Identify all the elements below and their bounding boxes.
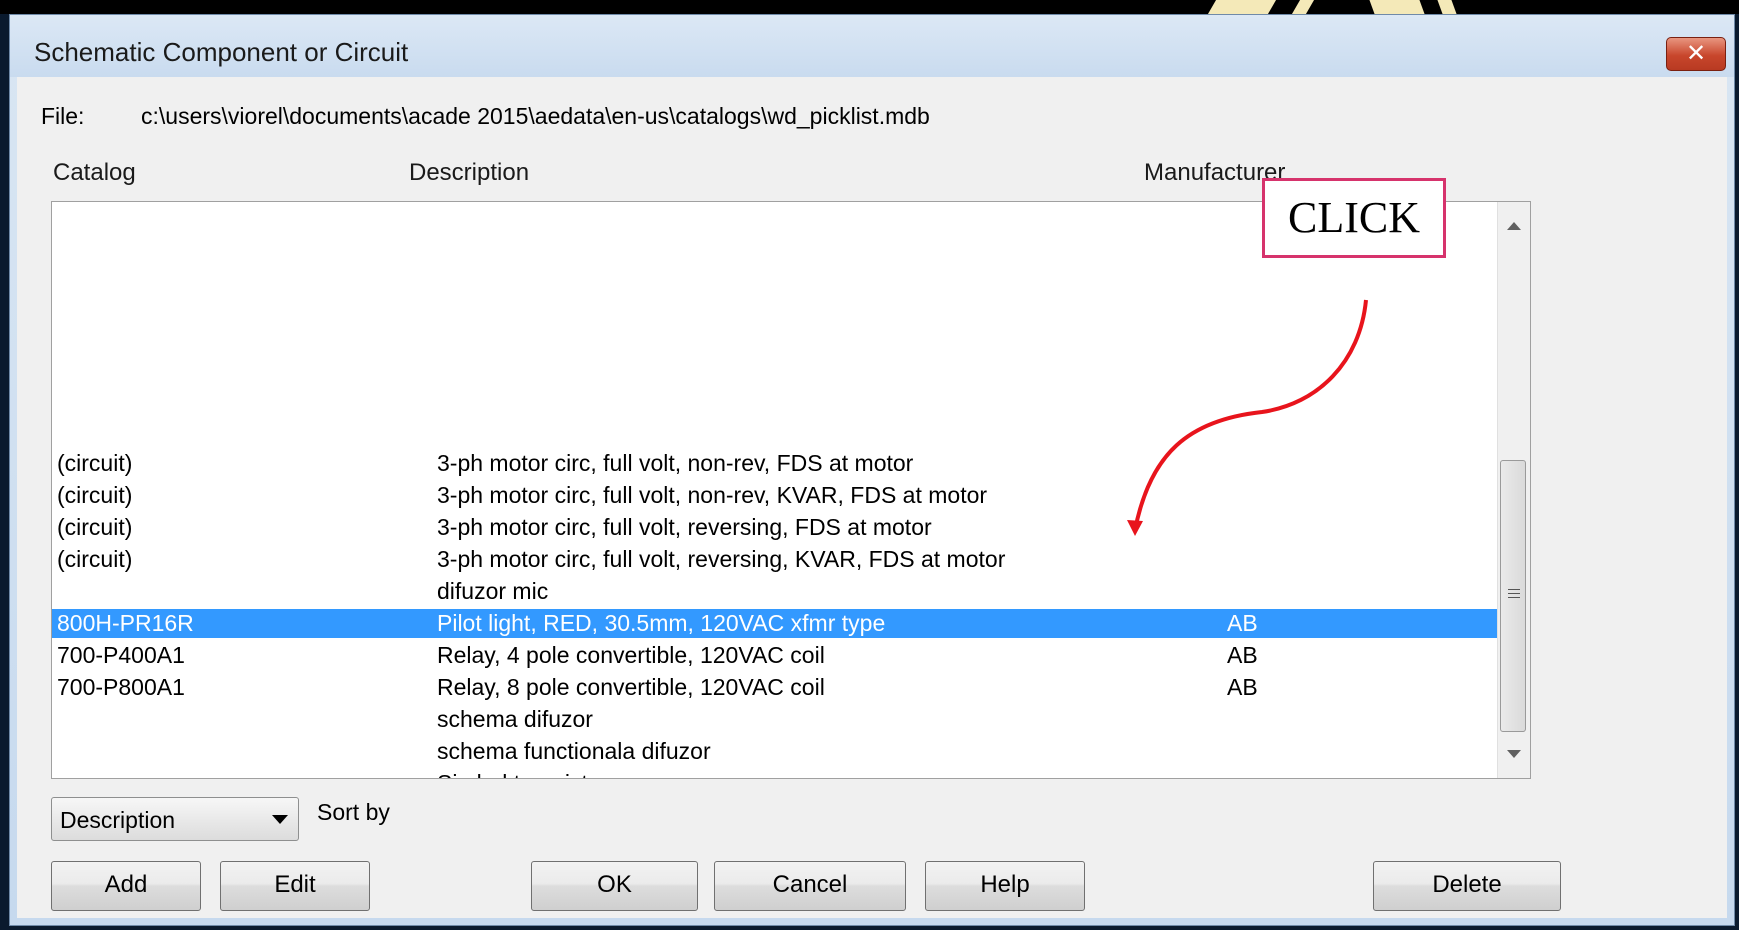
table-row[interactable]: (circuit) 3-ph motor circ, full volt, non… [52, 449, 1498, 478]
cancel-button[interactable]: Cancel [714, 861, 906, 911]
table-row[interactable]: (circuit) 3-ph motor circ, full volt, non… [52, 481, 1498, 510]
cell-description: Simbol tranzistor [437, 769, 608, 778]
dialog-client-area: File: c:\users\viorel\documents\acade 20… [17, 77, 1727, 918]
cell-description: 3-ph motor circ, full volt, non-rev, KVA… [437, 482, 988, 508]
schematic-component-dialog: Schematic Component or Circuit ✕ File: c… [9, 14, 1735, 926]
cell-description: 3-ph motor circ, full volt, reversing, F… [437, 514, 932, 540]
click-callout: CLICK [1262, 178, 1446, 258]
scrollbar-thumb[interactable] [1500, 460, 1526, 732]
sort-by-label: Sort by [317, 799, 390, 825]
add-button[interactable]: Add [51, 861, 201, 911]
table-row[interactable]: (circuit) 3-ph motor circ, full volt, rev… [52, 545, 1498, 574]
cell-description: 3-ph motor circ, full volt, non-rev, FDS… [437, 450, 914, 476]
column-header-catalog[interactable]: Catalog [53, 159, 136, 187]
background-decoration [1207, 0, 1277, 14]
cell-catalog: (circuit) [57, 546, 133, 572]
chevron-down-icon [272, 815, 288, 824]
cell-catalog: 700-P800A1 [57, 674, 185, 700]
background-strip [0, 0, 1739, 14]
cell-description: schema difuzor [437, 706, 593, 732]
cell-catalog: (circuit) [57, 514, 133, 540]
table-row[interactable]: difuzor mic [52, 577, 1498, 606]
sort-by-dropdown[interactable]: Description [51, 797, 299, 841]
cell-description: schema functionala difuzor [437, 738, 711, 764]
component-list[interactable]: (circuit) 3-ph motor circ, full volt, non… [51, 201, 1531, 779]
table-row[interactable]: schema functionala difuzor [52, 737, 1498, 766]
table-row[interactable]: schema difuzor [52, 705, 1498, 734]
background-decoration [1369, 0, 1425, 14]
scroll-down-arrow-icon[interactable] [1507, 750, 1521, 758]
help-button[interactable]: Help [925, 861, 1085, 911]
vertical-scrollbar[interactable] [1497, 202, 1530, 778]
dialog-title: Schematic Component or Circuit [34, 37, 409, 67]
cell-catalog: (circuit) [57, 450, 133, 476]
sort-by-value: Description [60, 807, 176, 833]
table-row[interactable]: 700-P400A1 Relay, 4 pole convertible, 120… [52, 641, 1498, 670]
ok-button[interactable]: OK [531, 861, 698, 911]
table-row-selected[interactable]: 800H-PR16R Pilot light, RED, 30.5mm, 120V… [52, 609, 1498, 638]
cell-manufacturer: AB [1227, 642, 1258, 668]
file-label: File: [41, 103, 85, 129]
cell-description: Relay, 8 pole convertible, 120VAC coil [437, 674, 825, 700]
title-bar: Schematic Component or Circuit ✕ [10, 15, 1734, 77]
table-row[interactable]: Simbol tranzistor [52, 769, 1498, 778]
column-header-description[interactable]: Description [409, 159, 529, 187]
cell-manufacturer: AB [1227, 610, 1258, 636]
delete-button[interactable]: Delete [1373, 861, 1561, 911]
cell-description: Pilot light, RED, 30.5mm, 120VAC xfmr ty… [437, 610, 886, 636]
cell-description: Relay, 4 pole convertible, 120VAC coil [437, 642, 825, 668]
cell-catalog: 700-P400A1 [57, 642, 185, 668]
scroll-up-arrow-icon[interactable] [1507, 222, 1521, 230]
cell-description: 3-ph motor circ, full volt, reversing, K… [437, 546, 1006, 572]
file-path: c:\users\viorel\documents\acade 2015\aed… [141, 103, 930, 129]
table-row[interactable]: 700-P800A1 Relay, 8 pole convertible, 120… [52, 673, 1498, 702]
table-row[interactable]: (circuit) 3-ph motor circ, full volt, rev… [52, 513, 1498, 542]
edit-button[interactable]: Edit [220, 861, 370, 911]
cell-manufacturer: AB [1227, 674, 1258, 700]
cell-catalog: 800H-PR16R [57, 610, 194, 636]
cell-description: difuzor mic [437, 578, 549, 604]
grip-icon [1508, 589, 1520, 601]
cell-catalog: (circuit) [57, 482, 133, 508]
close-button[interactable]: ✕ [1666, 37, 1726, 71]
